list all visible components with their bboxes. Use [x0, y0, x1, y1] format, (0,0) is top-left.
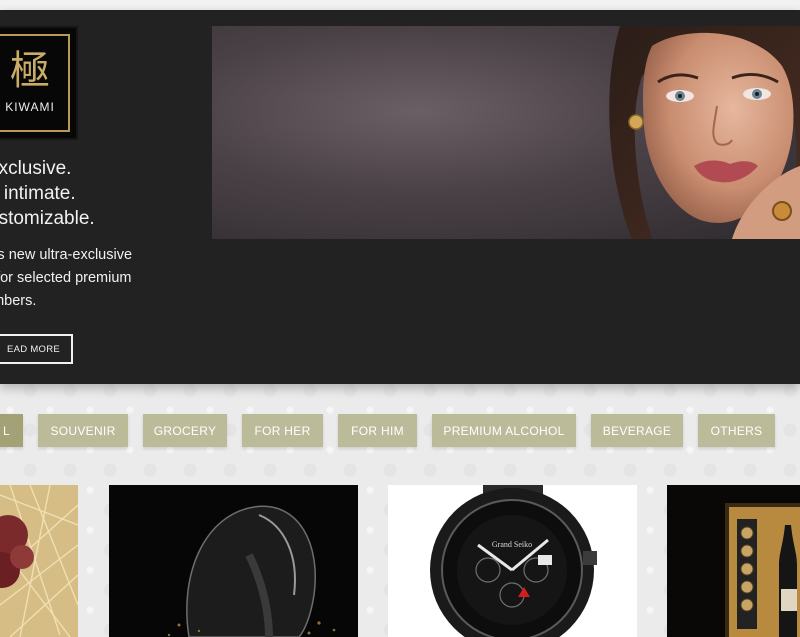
tab-all[interactable]: L	[0, 414, 23, 447]
hero-tagline: exclusive. e intimate. ustomizable.	[0, 156, 208, 231]
tab-for-her[interactable]: FOR HER	[242, 414, 323, 447]
tab-souvenir[interactable]: SOUVENIR	[38, 414, 128, 447]
product-card[interactable]	[667, 485, 800, 637]
chronograph-watch-image: Grand Seiko	[388, 485, 637, 637]
kiwami-logo[interactable]: 極 KIWAMI	[0, 26, 78, 140]
category-tabs: L SOUVENIR GROCERY FOR HER FOR HIM PREMI…	[0, 414, 800, 448]
description-line: embers.	[0, 293, 37, 309]
hero-section: 極 KIWAMI exclusive. e intimate. ustomiza…	[0, 10, 800, 384]
tagline-line: exclusive.	[0, 158, 72, 179]
read-more-button[interactable]: EAD MORE	[0, 334, 73, 364]
description-line: H’s new ultra-exclusive	[0, 247, 133, 263]
model-portrait-image	[609, 26, 800, 239]
tagline-line: ustomizable.	[0, 208, 95, 229]
product-card[interactable]: Grand Seiko	[388, 485, 637, 637]
hero-description: H’s new ultra-exclusive e for selected p…	[0, 244, 174, 313]
wine-gift-box-image	[667, 485, 800, 637]
tab-beverage[interactable]: BEVERAGE	[591, 414, 683, 447]
tab-grocery[interactable]: GROCERY	[143, 414, 227, 447]
grapes-in-straw-image	[0, 485, 78, 637]
tab-for-him[interactable]: FOR HIM	[338, 414, 417, 447]
tab-others[interactable]: OTHERS	[698, 414, 775, 447]
black-device-image	[109, 485, 358, 637]
tab-premium-alcohol[interactable]: PREMIUM ALCOHOL	[432, 414, 576, 447]
top-strip	[0, 0, 800, 10]
logo-kanji: 極	[10, 48, 50, 94]
description-line: e for selected premium	[0, 270, 132, 286]
logo-brand: KIWAMI	[5, 100, 55, 114]
watch-brand-label: Grand Seiko	[492, 540, 532, 549]
product-card[interactable]	[109, 485, 358, 637]
tagline-line: e intimate.	[0, 183, 76, 204]
hero-banner-image	[212, 26, 800, 239]
product-card[interactable]	[0, 485, 78, 637]
